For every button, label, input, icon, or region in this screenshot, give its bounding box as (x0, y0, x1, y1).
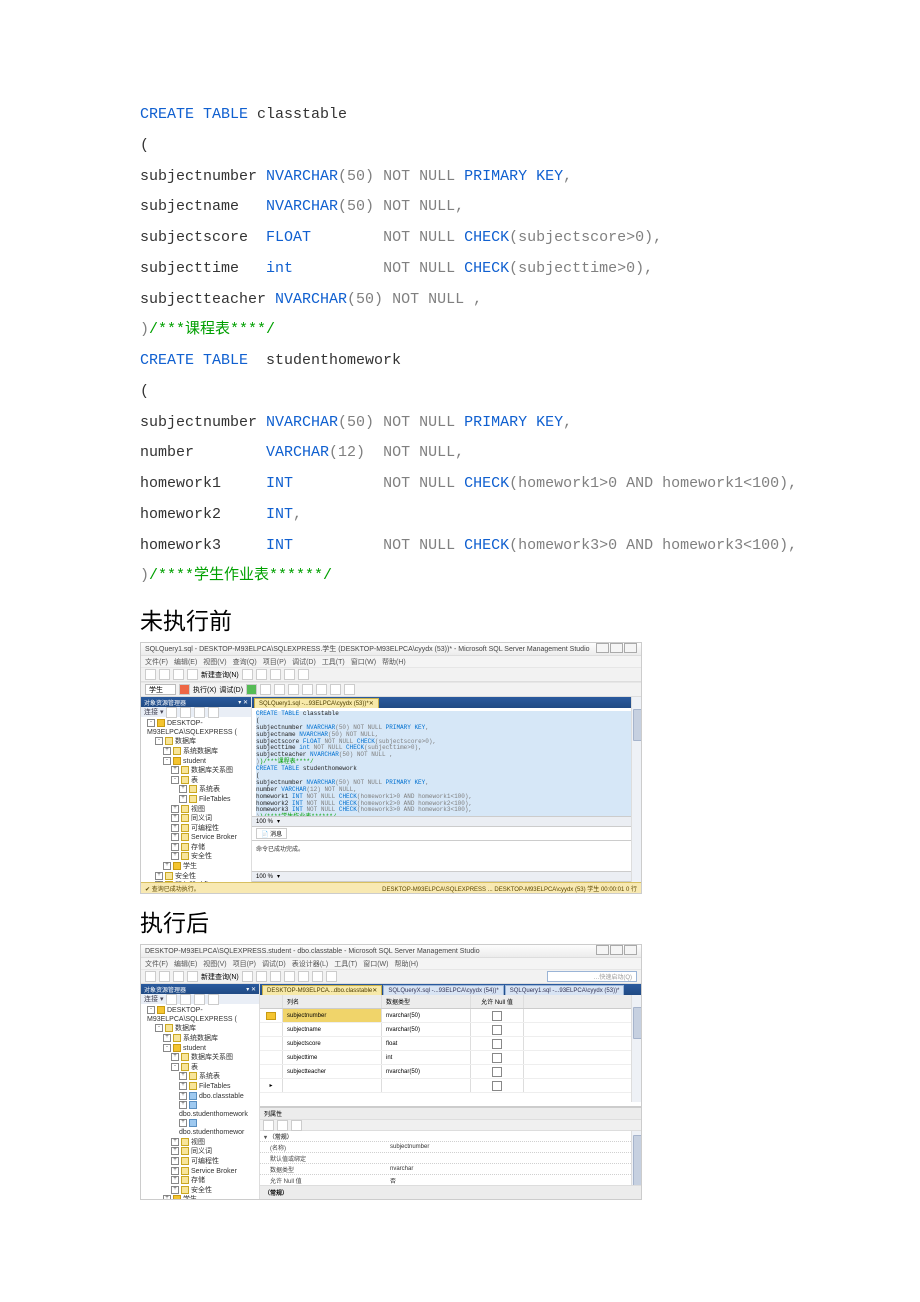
window-buttons[interactable] (595, 643, 637, 655)
object-explorer[interactable]: 对象资源管理器▾ ✕ 连接 ▾ -DESKTOP-M93ELPCA\SQLEXP… (141, 697, 252, 882)
allow-null-checkbox[interactable] (492, 1011, 502, 1021)
panel-close-icon[interactable]: ▾ ✕ (246, 986, 256, 993)
toolbar-2[interactable]: 学生 执行(X) 调试(D) (141, 682, 641, 697)
tab-sql1[interactable]: SQLQuery1.sql -...93ELPCA\cyydx (53))* (505, 985, 625, 995)
new-query-button[interactable]: 新建查询(N) (201, 972, 239, 982)
messages-tab[interactable]: 📄 消息 (256, 828, 287, 839)
allow-null-checkbox[interactable] (492, 1067, 502, 1077)
primary-key-icon (266, 1012, 276, 1020)
debug-button[interactable]: 调试(D) (219, 685, 243, 695)
tab-designer[interactable]: DESKTOP-M93ELPCA...dbo.classtable ✕ (262, 985, 382, 995)
screenshot-before: SQLQuery1.sql - DESKTOP-M93ELPCA\SQLEXPR… (140, 642, 642, 894)
execute-icon[interactable] (179, 684, 190, 695)
sql-editor[interactable]: CREATE TABLE classtable ( subjectnumber … (252, 708, 641, 816)
alphabetical-icon[interactable] (277, 1120, 288, 1131)
window-title: DESKTOP-M93ELPCA\SQLEXPRESS.student - db… (145, 948, 480, 955)
categorized-icon[interactable] (263, 1120, 274, 1131)
allow-null-checkbox[interactable] (492, 1039, 502, 1049)
new-query-button[interactable]: 新建查询(N) (201, 670, 239, 680)
connect-button[interactable]: 连接 ▾ (144, 994, 163, 1004)
toolbar[interactable]: 新建查询(N) (141, 667, 641, 682)
allow-null-checkbox[interactable] (492, 1053, 502, 1063)
connect-button[interactable]: 连接 ▾ (144, 707, 163, 717)
tab-sql2[interactable]: SQLQueryX.sql -...93ELPCA\cyydx (54))* (383, 985, 503, 995)
object-explorer[interactable]: 对象资源管理器▾ ✕ 连接 ▾ -DESKTOP-M93ELPCA\SQLEXP… (141, 984, 260, 1199)
toolbar[interactable]: 新建查询(N) …快速启动(Q) (141, 969, 641, 984)
zoom-label[interactable]: 100 % (256, 819, 273, 825)
panel-close-icon[interactable]: ▾ ✕ (238, 699, 248, 706)
heading-after: 执行后 (140, 904, 800, 938)
menubar[interactable]: 文件(F)编辑(E)视图(V)项目(P)调试(D)表设计器(L)工具(T)窗口(… (141, 958, 641, 969)
vertical-scrollbar[interactable] (631, 697, 641, 882)
check-icon[interactable] (246, 684, 257, 695)
messages-pane: 命令已成功完成。 (252, 841, 641, 871)
window-buttons[interactable] (595, 945, 637, 957)
column-properties[interactable]: 列属性 ▾ （常规） (名称)subjectnumber 默认值或绑定 数据类型… (260, 1107, 641, 1199)
save-icon[interactable] (187, 669, 198, 680)
menubar[interactable]: 文件(F)编辑(E)视图(V)查询(Q)项目(P)调试(D)工具(T)窗口(W)… (141, 656, 641, 667)
db-icon[interactable] (242, 669, 253, 680)
nav-fwd-icon[interactable] (159, 669, 170, 680)
screenshot-after: DESKTOP-M93ELPCA\SQLEXPRESS.student - db… (140, 944, 642, 1200)
sql-code-block: CREATE TABLE classtable ( subjectnumber … (140, 100, 800, 592)
window-title: SQLQuery1.sql - DESKTOP-M93ELPCA\SQLEXPR… (145, 644, 590, 654)
allow-null-checkbox[interactable] (492, 1025, 502, 1035)
db-selector[interactable]: 学生 (145, 684, 176, 695)
execute-button[interactable]: 执行(X) (193, 685, 216, 695)
open-icon[interactable] (173, 669, 184, 680)
nav-back-icon[interactable] (145, 669, 156, 680)
table-designer-grid[interactable]: 列名 数据类型 允许 Null 值 subjectnumbernvarchar(… (260, 995, 641, 1107)
tab-sqlquery[interactable]: SQLQuery1.sql -...93ELPCA\cyydx (53))* ✕ (254, 698, 379, 708)
vertical-scrollbar[interactable] (631, 1131, 641, 1185)
vertical-scrollbar[interactable] (631, 995, 641, 1102)
quick-launch-input[interactable]: …快速启动(Q) (547, 971, 637, 982)
heading-before: 未执行前 (140, 602, 800, 636)
